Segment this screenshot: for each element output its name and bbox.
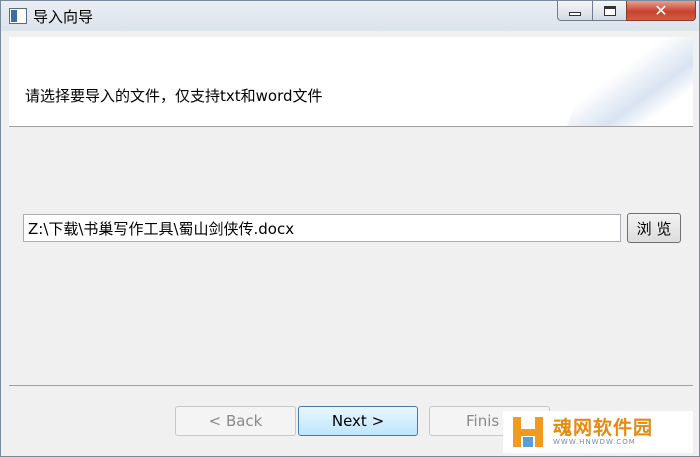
maximize-button[interactable] xyxy=(592,1,627,21)
minimize-button[interactable] xyxy=(557,1,593,21)
back-button[interactable]: < Back xyxy=(175,406,296,436)
watermark-logo-icon xyxy=(513,415,545,449)
header-decoration xyxy=(562,37,693,126)
close-button[interactable]: ✕ xyxy=(626,1,696,21)
title-bar[interactable]: 导入向导 ✕ xyxy=(1,1,699,31)
watermark-brand: 魂网软件园 xyxy=(553,416,654,439)
close-icon: ✕ xyxy=(654,0,668,20)
window-title: 导入向导 xyxy=(33,8,94,26)
file-path-input[interactable] xyxy=(23,214,621,242)
site-watermark: 魂网软件园 WWW.HNWDW.COM xyxy=(503,411,693,453)
header-instruction: 请选择要导入的文件，仅支持txt和word文件 xyxy=(25,87,323,105)
footer-divider xyxy=(9,385,693,386)
watermark-url: WWW.HNWDW.COM xyxy=(553,438,636,447)
wizard-window-icon[interactable] xyxy=(9,8,27,24)
wizard-header: 请选择要导入的文件，仅支持txt和word文件 xyxy=(9,37,693,127)
wizard-page-content: 浏 览 xyxy=(9,127,693,385)
watermark-text: 魂网软件园 WWW.HNWDW.COM xyxy=(553,416,654,447)
browse-button[interactable]: 浏 览 xyxy=(627,213,681,243)
minimize-icon xyxy=(569,11,581,16)
next-button[interactable]: Next > xyxy=(298,406,418,436)
maximize-icon xyxy=(603,5,616,16)
import-wizard-window: 导入向导 ✕ 请选择要导入的文件，仅支持txt和word文件 浏 览 < Bac… xyxy=(0,0,700,457)
